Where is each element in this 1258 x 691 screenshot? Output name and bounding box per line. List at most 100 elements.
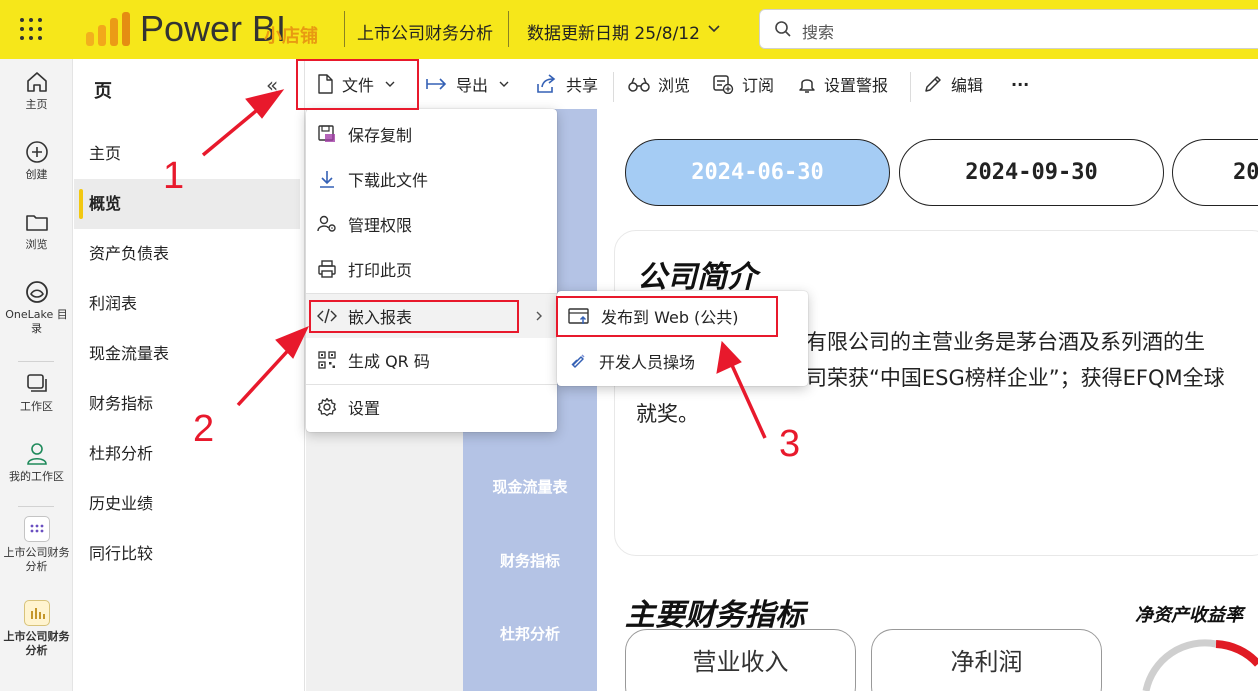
app-launcher-icon[interactable]: [20, 18, 42, 40]
brand-subtitle: 小店铺: [264, 26, 318, 47]
page-item[interactable]: 现金流量表: [74, 329, 300, 379]
rail-browse[interactable]: 浏览: [0, 209, 73, 252]
top-bar: Power BI 小店铺 上市公司财务分析 数据更新日期 25/8/12 搜索: [0, 0, 1258, 59]
binoculars-icon: [628, 77, 650, 92]
menu-item-label: 生成 QR 码: [348, 352, 430, 371]
report-chart-icon: [23, 600, 50, 626]
step-number: 3: [779, 423, 801, 465]
toolbar-divider: [910, 72, 911, 102]
page-item[interactable]: 利润表: [74, 279, 300, 329]
menu-item-print[interactable]: 打印此页: [306, 247, 557, 291]
rail-label: 工作区: [20, 400, 53, 413]
qr-code-icon: [318, 351, 336, 369]
person-icon: [26, 443, 47, 465]
export-label: 导出: [456, 76, 489, 95]
edit-button[interactable]: 编辑: [923, 59, 983, 109]
share-button[interactable]: 共享: [536, 59, 598, 109]
action-toolbar: 文件 导出 共享 浏览 订阅 设置警报 编辑 ···: [306, 59, 1258, 109]
rail-label: 我的工作区: [9, 470, 64, 483]
share-icon: [537, 74, 556, 93]
rail-divider: [18, 506, 54, 507]
rail-onelake[interactable]: OneLake 目录: [0, 279, 73, 336]
power-bi-logo-icon: [86, 12, 130, 46]
intro-title: 公司简介: [637, 260, 757, 295]
collapse-panel-icon[interactable]: «: [266, 73, 278, 97]
export-arrow-icon: [426, 78, 447, 90]
menu-item-manage-permissions[interactable]: 管理权限: [306, 202, 557, 246]
search-icon: [775, 21, 791, 37]
left-nav-rail: 主页 创建 浏览 OneLake 目录 工作区 我的工作区 上市公司财务分析 上…: [0, 59, 73, 691]
workspaces-icon: [26, 374, 47, 392]
page-item-active[interactable]: 概览: [74, 179, 300, 229]
browse-button[interactable]: 浏览: [628, 59, 690, 109]
rail-label: 创建: [25, 168, 48, 181]
export-button[interactable]: 导出: [426, 59, 510, 109]
rail-report[interactable]: 上市公司财务分析: [0, 600, 73, 658]
rail-workspaces[interactable]: 工作区: [0, 371, 73, 414]
rail-home[interactable]: 主页: [0, 69, 73, 112]
rail-my-workspace[interactable]: 我的工作区: [0, 441, 73, 484]
data-update-date[interactable]: 数据更新日期 25/8/12: [527, 19, 700, 44]
subscribe-icon: [713, 75, 734, 94]
date-slicer-option[interactable]: 20: [1172, 139, 1258, 206]
app-grid-icon: [23, 516, 50, 542]
menu-item-settings[interactable]: 设置: [306, 385, 557, 429]
highlight-box-embed: [309, 300, 519, 333]
date-slicer-option[interactable]: 2024-09-30: [899, 139, 1164, 206]
roe-title: 净资产收益率: [1135, 605, 1243, 626]
manage-permissions-icon: [317, 215, 336, 232]
menu-item-label: 设置: [348, 399, 381, 418]
page-item[interactable]: 主页: [74, 129, 300, 179]
pages-title: 页: [94, 81, 112, 102]
menu-item-qr-code[interactable]: 生成 QR 码: [306, 338, 557, 382]
chevron-down-icon[interactable]: [707, 22, 721, 36]
step-number: 1: [163, 155, 185, 197]
file-menu: 保存复制 下载此文件 管理权限 打印此页 嵌入报表 生成 QR 码 设置: [306, 109, 557, 432]
download-icon: [320, 171, 334, 188]
report-title[interactable]: 上市公司财务分析: [357, 19, 493, 44]
save-copy-icon: [318, 125, 335, 142]
search-input[interactable]: 搜索: [802, 19, 834, 43]
page-item[interactable]: 杜邦分析: [74, 429, 300, 479]
menu-item-label: 管理权限: [348, 216, 413, 235]
pencil-icon: [925, 76, 941, 92]
chevron-right-icon: [536, 311, 542, 321]
menu-item-label: 开发人员操场: [599, 353, 696, 372]
page-item[interactable]: 历史业绩: [74, 479, 300, 529]
report-nav-item[interactable]: 杜邦分析: [463, 623, 597, 644]
intro-text-line: 有限公司的主营业务是茅台酒及系列酒的生: [806, 330, 1205, 354]
menu-item-label: 下载此文件: [348, 171, 429, 190]
kpi-card-revenue[interactable]: 营业收入: [625, 629, 856, 691]
rail-label: 上市公司财务分析: [3, 546, 70, 573]
chevron-down-icon: [499, 81, 509, 87]
page-item[interactable]: 资产负债表: [74, 229, 300, 279]
rail-app[interactable]: 上市公司财务分析: [0, 516, 73, 574]
divider: [508, 11, 509, 47]
set-alert-button[interactable]: 设置警报: [798, 59, 888, 109]
menu-item-download[interactable]: 下载此文件: [306, 157, 557, 201]
rail-create[interactable]: 创建: [0, 139, 73, 182]
menu-item-developer-playground[interactable]: 开发人员操场: [557, 339, 808, 383]
highlight-box-publish: [556, 296, 778, 337]
page-item[interactable]: 财务指标: [74, 379, 300, 429]
report-nav-item[interactable]: 财务指标: [463, 550, 597, 571]
kpi-card-net-profit[interactable]: 净利润: [871, 629, 1102, 691]
divider: [344, 11, 345, 47]
settings-icon: [317, 397, 337, 417]
report-nav-item[interactable]: 现金流量表: [463, 476, 597, 497]
search-box[interactable]: 搜索: [759, 9, 1258, 49]
rail-label: OneLake 目录: [5, 308, 68, 335]
share-label: 共享: [566, 76, 599, 95]
subscribe-button[interactable]: 订阅: [712, 59, 774, 109]
date-slicer-option-active[interactable]: 2024-06-30: [625, 139, 890, 206]
rail-divider: [18, 361, 54, 362]
highlight-box-file: [296, 59, 419, 110]
browse-label: 浏览: [658, 76, 691, 95]
roe-gauge: [1142, 639, 1258, 691]
rail-label: 浏览: [25, 238, 48, 251]
onelake-icon: [25, 281, 48, 303]
menu-item-save-copy[interactable]: 保存复制: [306, 112, 557, 156]
print-icon: [318, 260, 336, 278]
more-options-button[interactable]: ···: [1011, 59, 1029, 109]
page-item[interactable]: 同行比较: [74, 529, 300, 579]
